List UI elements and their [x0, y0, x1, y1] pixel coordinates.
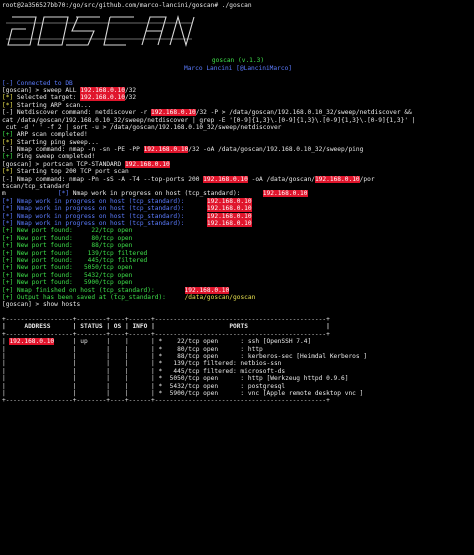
port-found-line: [+] New port found: 5900/tcp open	[2, 279, 133, 287]
host-address: 192.168.0.10	[9, 338, 55, 346]
log-line: [*] Starting ARP scan...	[2, 101, 92, 109]
log-line: [*] Selected target: 192.168.0.10/32	[2, 94, 137, 102]
command-line: [goscan] > portscan TCP-STANDARD 192.168…	[2, 160, 170, 168]
table-header: | ADDRESS | STATUS | OS | INFO | PORTS |	[2, 323, 330, 331]
terminal-window[interactable]: root@2a356527bb70:/go/src/github.com/mar…	[2, 2, 474, 555]
log-line: cat /data/goscan/192.168.0.10_32/sweep/n…	[2, 116, 416, 124]
port-found-line: [+] New port found: 88/tcp open	[2, 242, 133, 250]
log-line: tscan/tcp_standard	[2, 183, 70, 191]
target-ip: 192.168.0.10	[80, 86, 125, 94]
port-found-line: [+] New port found: 80/tcp open	[2, 234, 133, 242]
log-line: [*] Starting ping sweep...	[2, 138, 99, 146]
shell-prompt-line: root@2a356527bb70:/go/src/github.com/mar…	[2, 2, 252, 9]
log-line: [-] Nmap command: nmap -n -sn -PE -PP 19…	[2, 146, 364, 154]
log-line: [+] ARP scan completed!	[2, 131, 88, 139]
command-line: [goscan] > show hosts	[2, 301, 81, 309]
port-found-line: [+] New port found: 139/tcp filtered	[2, 249, 148, 257]
banner-version: goscan (v.1.3)	[211, 57, 265, 65]
goscan-logo	[2, 13, 474, 49]
table-row: | 192.168.0.10 | up | | | * 22/tcp open …	[2, 338, 312, 346]
port-found-line: [+] New port found: 5432/tcp open	[2, 271, 133, 279]
progress-line: [*] Nmap work in progress on host (tcp_s…	[2, 197, 252, 205]
table-row: | | | | | * 88/tcp open : kerberos-sec […	[2, 353, 368, 361]
port-found-line: [+] New port found: 5050/tcp open	[2, 264, 133, 272]
progress-line: [*] Nmap work in progress on host (tcp_s…	[2, 219, 252, 227]
log-line: [-] Nmap command: nmap -Pn -sS -A -T4 --…	[2, 175, 375, 183]
host-status: up	[80, 338, 88, 346]
log-line: [*] Starting top 200 TCP port scan	[2, 168, 129, 176]
table-row: | | | | | * 5050/tcp open : http [Werkze…	[2, 375, 349, 383]
log-line: [+] Ping sweep completed!	[2, 153, 96, 161]
table-row: | | | | | * 139/tcp filtered: netbios-ss…	[2, 360, 282, 368]
hosts-table: +------------------+--------+----+------…	[2, 316, 474, 405]
log-line: [+] Output has been saved at (tcp_standa…	[2, 293, 256, 301]
table-rule: +------------------+--------+----+------…	[2, 316, 330, 324]
log-line: [-] Connected to DB	[2, 79, 73, 87]
progress-line: [*] Nmap work in progress on host (tcp_s…	[2, 205, 252, 213]
table-row: | | | | | * 5432/tcp open : postgresql	[2, 382, 286, 390]
port-found-line: [+] New port found: 445/tcp filtered	[2, 256, 148, 264]
log-line: [-] Netdiscover command: netdiscover -r …	[2, 109, 412, 117]
progress-line: m [*] Nmap work in progress on host (tcp…	[2, 190, 308, 198]
banner-author: Marco Lancini [@LanciniMarco]	[183, 64, 293, 72]
table-row: | | | | | * 80/tcp open : http	[2, 345, 263, 353]
progress-line: [*] Nmap work in progress on host (tcp_s…	[2, 212, 252, 220]
table-rule: +------------------+--------+----+------…	[2, 330, 330, 338]
table-row: | | | | | * 445/tcp filtered: microsoft-…	[2, 367, 286, 375]
table-row: | | | | | * 5900/tcp open : vnc [Apple r…	[2, 389, 364, 397]
table-rule: +------------------+--------+----+------…	[2, 397, 330, 405]
log-line: cut -d ' ' -f 2 | sort -u > /data/goscan…	[2, 123, 282, 131]
log-line: [+] Nmap finished on host (tcp_standard)…	[2, 286, 230, 294]
port-found-line: [+] New port found: 22/tcp open	[2, 227, 133, 235]
command-line: [goscan] > sweep ALL 192.168.0.10/32	[2, 86, 137, 94]
